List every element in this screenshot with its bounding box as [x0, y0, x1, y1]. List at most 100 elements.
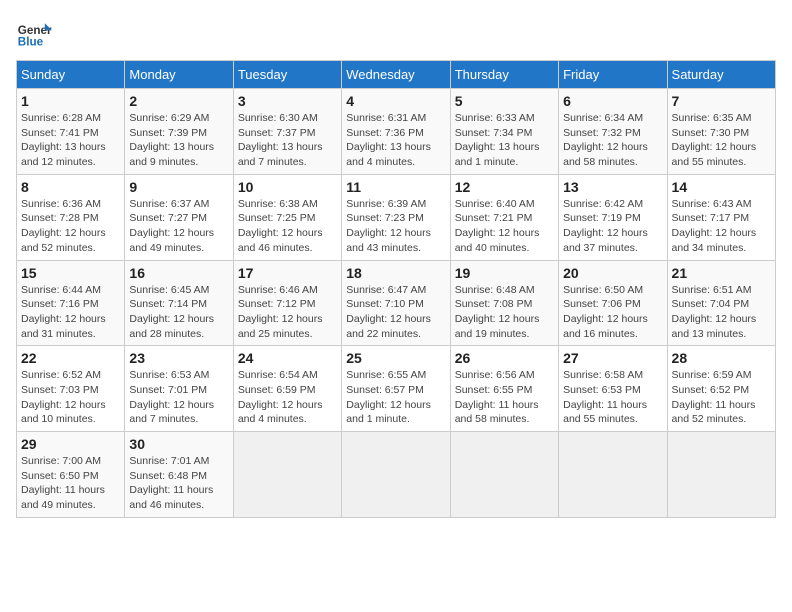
header: General Blue: [16, 16, 776, 52]
day-detail: Sunrise: 6:28 AM Sunset: 7:41 PM Dayligh…: [21, 111, 120, 170]
day-number: 21: [672, 265, 771, 281]
day-number: 17: [238, 265, 337, 281]
day-number: 2: [129, 93, 228, 109]
calendar-cell: 5 Sunrise: 6:33 AM Sunset: 7:34 PM Dayli…: [450, 89, 558, 175]
day-number: 27: [563, 350, 662, 366]
day-number: 25: [346, 350, 445, 366]
day-detail: Sunrise: 6:36 AM Sunset: 7:28 PM Dayligh…: [21, 197, 120, 256]
day-detail: Sunrise: 6:54 AM Sunset: 6:59 PM Dayligh…: [238, 368, 337, 427]
day-detail: Sunrise: 6:59 AM Sunset: 6:52 PM Dayligh…: [672, 368, 771, 427]
calendar-cell: 14 Sunrise: 6:43 AM Sunset: 7:17 PM Dayl…: [667, 174, 775, 260]
calendar-header-row: SundayMondayTuesdayWednesdayThursdayFrid…: [17, 61, 776, 89]
day-detail: Sunrise: 6:45 AM Sunset: 7:14 PM Dayligh…: [129, 283, 228, 342]
calendar-cell: 22 Sunrise: 6:52 AM Sunset: 7:03 PM Dayl…: [17, 346, 125, 432]
calendar-week-row: 22 Sunrise: 6:52 AM Sunset: 7:03 PM Dayl…: [17, 346, 776, 432]
calendar-cell: [559, 432, 667, 518]
calendar-header-tuesday: Tuesday: [233, 61, 341, 89]
day-detail: Sunrise: 6:51 AM Sunset: 7:04 PM Dayligh…: [672, 283, 771, 342]
day-detail: Sunrise: 6:53 AM Sunset: 7:01 PM Dayligh…: [129, 368, 228, 427]
calendar-cell: 15 Sunrise: 6:44 AM Sunset: 7:16 PM Dayl…: [17, 260, 125, 346]
calendar-cell: 11 Sunrise: 6:39 AM Sunset: 7:23 PM Dayl…: [342, 174, 450, 260]
day-detail: Sunrise: 6:42 AM Sunset: 7:19 PM Dayligh…: [563, 197, 662, 256]
svg-text:Blue: Blue: [18, 36, 44, 49]
day-number: 22: [21, 350, 120, 366]
day-number: 1: [21, 93, 120, 109]
calendar-cell: 12 Sunrise: 6:40 AM Sunset: 7:21 PM Dayl…: [450, 174, 558, 260]
calendar-cell: 16 Sunrise: 6:45 AM Sunset: 7:14 PM Dayl…: [125, 260, 233, 346]
day-number: 28: [672, 350, 771, 366]
calendar-week-row: 1 Sunrise: 6:28 AM Sunset: 7:41 PM Dayli…: [17, 89, 776, 175]
calendar-header-sunday: Sunday: [17, 61, 125, 89]
day-number: 19: [455, 265, 554, 281]
calendar-cell: 26 Sunrise: 6:56 AM Sunset: 6:55 PM Dayl…: [450, 346, 558, 432]
calendar-table: SundayMondayTuesdayWednesdayThursdayFrid…: [16, 60, 776, 518]
day-number: 11: [346, 179, 445, 195]
calendar-cell: 13 Sunrise: 6:42 AM Sunset: 7:19 PM Dayl…: [559, 174, 667, 260]
calendar-cell: 25 Sunrise: 6:55 AM Sunset: 6:57 PM Dayl…: [342, 346, 450, 432]
day-number: 15: [21, 265, 120, 281]
calendar-week-row: 8 Sunrise: 6:36 AM Sunset: 7:28 PM Dayli…: [17, 174, 776, 260]
calendar-cell: 4 Sunrise: 6:31 AM Sunset: 7:36 PM Dayli…: [342, 89, 450, 175]
day-number: 3: [238, 93, 337, 109]
day-number: 26: [455, 350, 554, 366]
calendar-cell: 24 Sunrise: 6:54 AM Sunset: 6:59 PM Dayl…: [233, 346, 341, 432]
calendar-header-monday: Monday: [125, 61, 233, 89]
calendar-cell: 1 Sunrise: 6:28 AM Sunset: 7:41 PM Dayli…: [17, 89, 125, 175]
calendar-cell: 10 Sunrise: 6:38 AM Sunset: 7:25 PM Dayl…: [233, 174, 341, 260]
day-number: 20: [563, 265, 662, 281]
calendar-header-saturday: Saturday: [667, 61, 775, 89]
day-number: 9: [129, 179, 228, 195]
day-detail: Sunrise: 6:56 AM Sunset: 6:55 PM Dayligh…: [455, 368, 554, 427]
day-number: 16: [129, 265, 228, 281]
calendar-cell: 3 Sunrise: 6:30 AM Sunset: 7:37 PM Dayli…: [233, 89, 341, 175]
day-detail: Sunrise: 6:37 AM Sunset: 7:27 PM Dayligh…: [129, 197, 228, 256]
day-detail: Sunrise: 6:47 AM Sunset: 7:10 PM Dayligh…: [346, 283, 445, 342]
calendar-cell: 29 Sunrise: 7:00 AM Sunset: 6:50 PM Dayl…: [17, 432, 125, 518]
calendar-cell: 6 Sunrise: 6:34 AM Sunset: 7:32 PM Dayli…: [559, 89, 667, 175]
day-number: 13: [563, 179, 662, 195]
day-detail: Sunrise: 7:01 AM Sunset: 6:48 PM Dayligh…: [129, 454, 228, 513]
calendar-cell: [450, 432, 558, 518]
day-detail: Sunrise: 6:58 AM Sunset: 6:53 PM Dayligh…: [563, 368, 662, 427]
day-number: 6: [563, 93, 662, 109]
day-number: 30: [129, 436, 228, 452]
calendar-cell: 23 Sunrise: 6:53 AM Sunset: 7:01 PM Dayl…: [125, 346, 233, 432]
day-number: 29: [21, 436, 120, 452]
calendar-cell: 28 Sunrise: 6:59 AM Sunset: 6:52 PM Dayl…: [667, 346, 775, 432]
day-number: 14: [672, 179, 771, 195]
day-number: 12: [455, 179, 554, 195]
day-number: 7: [672, 93, 771, 109]
calendar-cell: 19 Sunrise: 6:48 AM Sunset: 7:08 PM Dayl…: [450, 260, 558, 346]
day-detail: Sunrise: 6:38 AM Sunset: 7:25 PM Dayligh…: [238, 197, 337, 256]
day-detail: Sunrise: 6:52 AM Sunset: 7:03 PM Dayligh…: [21, 368, 120, 427]
calendar-cell: 17 Sunrise: 6:46 AM Sunset: 7:12 PM Dayl…: [233, 260, 341, 346]
calendar-cell: 8 Sunrise: 6:36 AM Sunset: 7:28 PM Dayli…: [17, 174, 125, 260]
calendar-cell: 2 Sunrise: 6:29 AM Sunset: 7:39 PM Dayli…: [125, 89, 233, 175]
day-number: 23: [129, 350, 228, 366]
calendar-cell: [342, 432, 450, 518]
day-detail: Sunrise: 6:40 AM Sunset: 7:21 PM Dayligh…: [455, 197, 554, 256]
day-number: 24: [238, 350, 337, 366]
day-detail: Sunrise: 6:55 AM Sunset: 6:57 PM Dayligh…: [346, 368, 445, 427]
calendar-cell: 20 Sunrise: 6:50 AM Sunset: 7:06 PM Dayl…: [559, 260, 667, 346]
day-detail: Sunrise: 6:35 AM Sunset: 7:30 PM Dayligh…: [672, 111, 771, 170]
day-number: 8: [21, 179, 120, 195]
calendar-cell: [233, 432, 341, 518]
day-detail: Sunrise: 6:29 AM Sunset: 7:39 PM Dayligh…: [129, 111, 228, 170]
day-detail: Sunrise: 6:33 AM Sunset: 7:34 PM Dayligh…: [455, 111, 554, 170]
day-detail: Sunrise: 6:39 AM Sunset: 7:23 PM Dayligh…: [346, 197, 445, 256]
calendar-cell: 9 Sunrise: 6:37 AM Sunset: 7:27 PM Dayli…: [125, 174, 233, 260]
calendar-cell: 27 Sunrise: 6:58 AM Sunset: 6:53 PM Dayl…: [559, 346, 667, 432]
calendar-cell: [667, 432, 775, 518]
day-detail: Sunrise: 6:43 AM Sunset: 7:17 PM Dayligh…: [672, 197, 771, 256]
calendar-header-thursday: Thursday: [450, 61, 558, 89]
calendar-week-row: 15 Sunrise: 6:44 AM Sunset: 7:16 PM Dayl…: [17, 260, 776, 346]
day-number: 5: [455, 93, 554, 109]
calendar-week-row: 29 Sunrise: 7:00 AM Sunset: 6:50 PM Dayl…: [17, 432, 776, 518]
calendar-header-friday: Friday: [559, 61, 667, 89]
day-number: 4: [346, 93, 445, 109]
day-detail: Sunrise: 6:30 AM Sunset: 7:37 PM Dayligh…: [238, 111, 337, 170]
day-detail: Sunrise: 7:00 AM Sunset: 6:50 PM Dayligh…: [21, 454, 120, 513]
logo: General Blue: [16, 16, 52, 52]
calendar-cell: 21 Sunrise: 6:51 AM Sunset: 7:04 PM Dayl…: [667, 260, 775, 346]
